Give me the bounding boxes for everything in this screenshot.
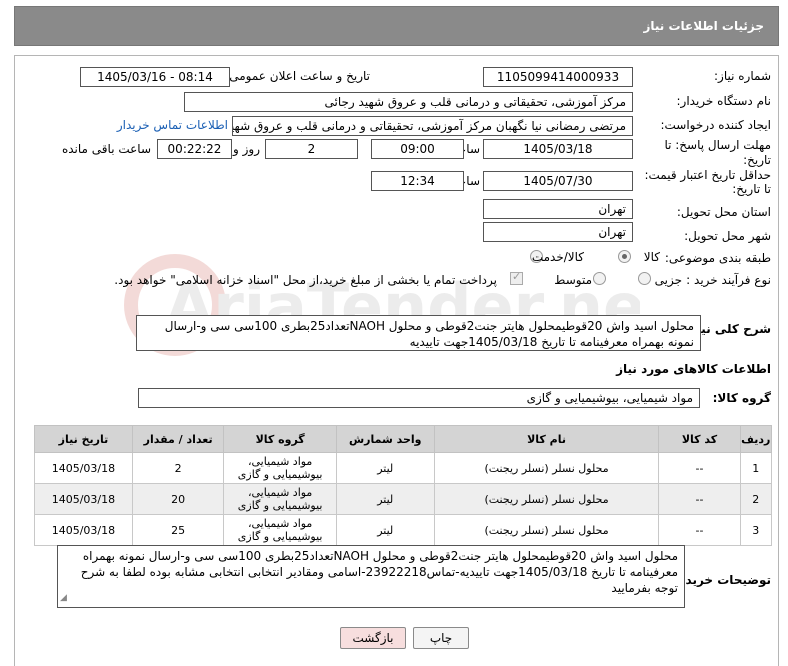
buyer-contact-link[interactable]: اطلاعات تماس خریدار (117, 118, 228, 132)
cell-group-line-1: مواد شیمیایی، (247, 486, 313, 499)
buyer-notes-textarea[interactable]: محلول اسید واش 20قوطیمحلول هایتر جنت2قوط… (57, 545, 685, 608)
days-label: روز و (233, 142, 260, 156)
cell-name: محلول نسلر (نسلر ریجنت) (433, 452, 660, 484)
cell-date: 1405/03/18 (34, 514, 133, 546)
deadline-label-date: تاریخ: (743, 153, 771, 167)
page-title: جزئیات اطلاعات نیاز (643, 19, 764, 33)
table-row: 2 -- محلول نسلر (نسلر ریجنت) لیتر مواد ش… (34, 483, 773, 515)
summary-line-1: محلول اسید واش 20قوطیمحلول هایتر جنت2قوط… (164, 319, 694, 333)
cell-code: -- (658, 483, 741, 515)
buyer-notes-line-1: محلول اسید واش 20قوطیمحلول هایتر جنت2قوط… (82, 549, 678, 563)
valid-date-label: حداقل تاریخ اعتبار قیمت: (644, 168, 771, 182)
cell-qty: 25 (131, 514, 225, 546)
requester-field: مرتضی رمضانی نیا نگهبان مرکز آموزشی، تحق… (232, 116, 633, 136)
requester-label: ایجاد کننده درخواست: (660, 118, 771, 132)
deadline-date-field: 1405/03/18 (483, 139, 633, 159)
process-option-minor: جزیی (654, 273, 682, 287)
items-table: ردیف کد کالا نام کالا واحد شمارش گروه کا… (34, 425, 773, 546)
cell-group: مواد شیمیایی، بیوشیمیایی و گازی (223, 483, 337, 515)
cell-code: -- (658, 514, 741, 546)
process-label: نوع فرآیند خرید : (686, 273, 771, 287)
cell-group: مواد شیمیایی، بیوشیمیایی و گازی (223, 514, 337, 546)
back-button[interactable]: بازگشت (340, 627, 406, 649)
col-header-name: نام کالا (433, 425, 660, 453)
cell-qty: 2 (131, 452, 225, 484)
cell-unit: لیتر (335, 514, 435, 546)
summary-line-2: نمونه بهمراه معرفینامه تا تاریخ 1405/03/… (409, 335, 694, 349)
col-header-qty: تعداد / مقدار (131, 425, 225, 453)
treasury-checkbox[interactable] (510, 270, 523, 285)
col-header-date: تاریخ نیاز (34, 425, 133, 453)
cell-group-line-2: بیوشیمیایی و گازی (237, 530, 323, 543)
buyer-notes-line-3: توجه بفرمایید (611, 581, 678, 595)
category-label: طبقه بندی موضوعی: (664, 251, 771, 265)
deadline-time-field: 09:00 (371, 139, 464, 159)
announce-date-label: تاریخ و ساعت اعلان عمومی: (225, 69, 370, 83)
city-field: تهران (483, 222, 633, 242)
cell-qty: 20 (131, 483, 225, 515)
print-button[interactable]: چاپ (413, 627, 469, 649)
goods-group-field: مواد شیمیایی، بیوشیمیایی و گازی (138, 388, 700, 408)
valid-date-field: 1405/07/30 (483, 171, 633, 191)
table-header-row: ردیف کد کالا نام کالا واحد شمارش گروه کا… (34, 425, 773, 453)
cell-code: -- (658, 452, 741, 484)
col-header-group: گروه کالا (223, 425, 337, 453)
cell-group-line-1: مواد شیمیایی، (247, 455, 313, 468)
deadline-label: مهلت ارسال پاسخ: تا (664, 138, 771, 152)
province-field: تهران (483, 199, 633, 219)
cell-group: مواد شیمیایی، بیوشیمیایی و گازی (223, 452, 337, 484)
cell-row-num: 1 (739, 452, 773, 484)
cell-name: محلول نسلر (نسلر ریجنت) (433, 514, 660, 546)
table-row: 3 -- محلول نسلر (نسلر ریجنت) لیتر مواد ش… (34, 514, 773, 546)
city-label: شهر محل تحویل: (684, 229, 771, 243)
col-header-code: کد کالا (658, 425, 741, 453)
cell-group-line-2: بیوشیمیایی و گازی (237, 499, 323, 512)
page-header: جزئیات اطلاعات نیاز (14, 6, 779, 46)
days-field: 2 (265, 139, 358, 159)
announce-date-field: 1405/03/16 - 08:14 (80, 67, 230, 87)
process-radio-minor[interactable] (638, 272, 651, 285)
cell-unit: لیتر (335, 452, 435, 484)
process-radio-medium[interactable] (593, 272, 606, 285)
resize-handle-icon[interactable]: ◢ (60, 590, 67, 606)
table-row: 1 -- محلول نسلر (نسلر ریجنت) لیتر مواد ش… (34, 452, 773, 484)
goods-group-label: گروه کالا: (712, 391, 771, 405)
process-option-medium: متوسط (554, 273, 592, 287)
cell-unit: لیتر (335, 483, 435, 515)
buyer-org-field: مرکز آموزشی، تحقیقاتی و درمانی قلب و عرو… (184, 92, 633, 112)
cell-group-line-1: مواد شیمیایی، (247, 517, 313, 530)
category-option-goods-service: کالا/خدمت (531, 250, 584, 264)
valid-date-label-2: تا تاریخ: (732, 182, 771, 196)
cell-name: محلول نسلر (نسلر ریجنت) (433, 483, 660, 515)
category-option-goods: کالا (643, 250, 660, 264)
cell-row-num: 3 (739, 514, 773, 546)
need-number-field: 1105099414000933 (483, 67, 633, 87)
cell-row-num: 2 (739, 483, 773, 515)
cell-date: 1405/03/18 (34, 452, 133, 484)
buyer-notes-line-2: معرفینامه تا تاریخ 1405/03/18جهت تاییدیه… (80, 565, 678, 579)
province-label: استان محل تحویل: (676, 205, 771, 219)
cell-group-line-2: بیوشیمیایی و گازی (237, 468, 323, 481)
remaining-time-field: 00:22:22 (157, 139, 232, 159)
buyer-org-label: نام دستگاه خریدار: (676, 94, 772, 108)
col-header-row-num: ردیف (739, 425, 773, 453)
cell-date: 1405/03/18 (34, 483, 133, 515)
summary-textarea[interactable]: محلول اسید واش 20قوطیمحلول هایتر جنت2قوط… (136, 315, 701, 351)
goods-info-title: اطلاعات کالاهای مورد نیاز (616, 362, 771, 376)
remaining-label: ساعت باقی مانده (61, 142, 151, 156)
valid-time-field: 12:34 (371, 171, 464, 191)
need-number-label: شماره نیاز: (714, 69, 771, 83)
col-header-unit: واحد شمارش (335, 425, 435, 453)
category-radio-goods[interactable] (618, 250, 631, 263)
treasury-payment-note: پرداخت تمام یا بخشی از مبلغ خرید،از محل … (114, 273, 497, 287)
